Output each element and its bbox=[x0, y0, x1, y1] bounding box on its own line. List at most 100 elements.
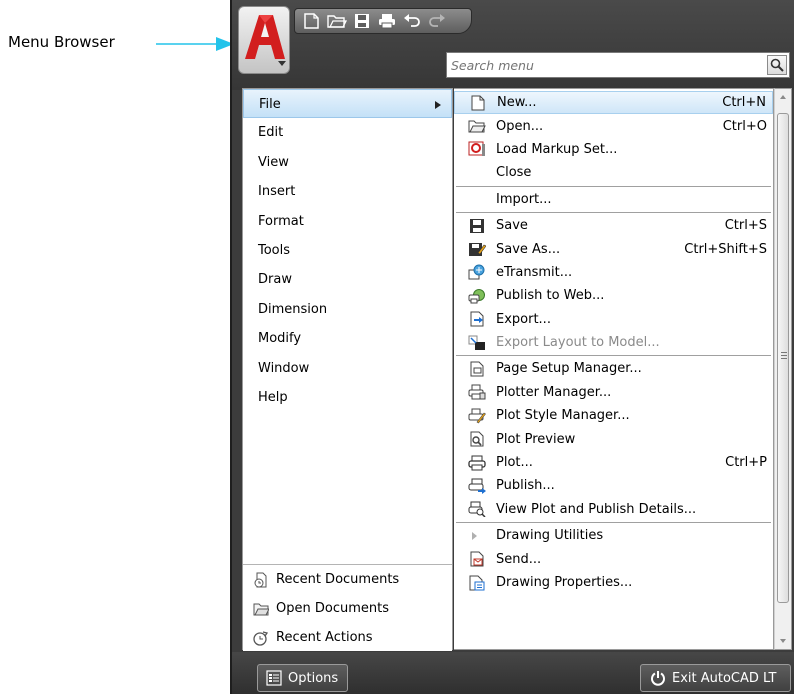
menu-item-load-markup-set[interactable]: Load Markup Set... bbox=[454, 138, 773, 161]
shortcut-label: Ctrl+S bbox=[724, 218, 767, 234]
category-edit[interactable]: Edit bbox=[243, 118, 452, 147]
menu-item-label: Open... bbox=[496, 118, 544, 134]
category-label: View bbox=[258, 154, 289, 170]
application-button[interactable] bbox=[238, 6, 290, 74]
qat-save-button[interactable] bbox=[351, 11, 373, 31]
category-label: Draw bbox=[258, 272, 292, 288]
menu-item-drawing-properties[interactable]: Drawing Properties... bbox=[454, 571, 773, 594]
menu-item-label: New... bbox=[497, 95, 537, 111]
menu-item-label: Plotter Manager... bbox=[496, 384, 612, 400]
menu-item-close[interactable]: Close bbox=[454, 161, 773, 184]
category-format[interactable]: Format bbox=[243, 207, 452, 236]
menu-item-page-setup-manager[interactable]: Page Setup Manager... bbox=[454, 357, 773, 380]
page-setup-icon bbox=[467, 360, 487, 378]
export-layout-icon bbox=[467, 334, 487, 352]
qat-new-button[interactable] bbox=[301, 11, 323, 31]
menu-item-label: Send... bbox=[496, 551, 542, 567]
menu-item-export[interactable]: Export... bbox=[454, 308, 773, 331]
menu-item-plot[interactable]: Plot... Ctrl+P bbox=[454, 451, 773, 474]
application-menu-caret-icon bbox=[278, 61, 286, 66]
category-view[interactable]: View bbox=[243, 148, 452, 177]
menu-item-drawing-utilities[interactable]: Drawing Utilities bbox=[454, 524, 773, 547]
recent-actions-icon bbox=[252, 629, 270, 647]
category-label: Tools bbox=[258, 242, 291, 258]
menu-item-import[interactable]: Import... bbox=[454, 188, 773, 211]
category-file[interactable]: File bbox=[243, 89, 452, 119]
search-button[interactable] bbox=[767, 55, 787, 75]
menu-item-open[interactable]: Open... Ctrl+O bbox=[454, 114, 773, 137]
category-label: Edit bbox=[258, 125, 284, 141]
scroll-grip-icon bbox=[781, 352, 787, 359]
search-input[interactable] bbox=[451, 55, 761, 75]
send-mail-icon bbox=[467, 550, 487, 568]
etransmit-icon bbox=[467, 263, 487, 281]
menu-item-new[interactable]: New... Ctrl+N bbox=[454, 91, 773, 115]
category-tools[interactable]: Tools bbox=[243, 236, 452, 265]
open-folder-icon bbox=[327, 15, 347, 28]
menu-item-label: View Plot and Publish Details... bbox=[496, 501, 697, 517]
qat-plot-button[interactable] bbox=[376, 11, 398, 31]
document-links: Recent Documents Open Documents Recent A… bbox=[243, 564, 452, 651]
exit-button[interactable]: Exit AutoCAD LT bbox=[640, 664, 791, 692]
new-file-icon bbox=[468, 94, 488, 112]
menu-category-list: File Edit View Insert Format Tools Draw … bbox=[243, 89, 452, 412]
vertical-scrollbar[interactable] bbox=[774, 88, 792, 650]
options-button[interactable]: Options bbox=[257, 664, 348, 692]
undo-icon bbox=[404, 14, 420, 27]
menu-item-save-as[interactable]: Save As... Ctrl+Shift+S bbox=[454, 237, 773, 260]
menu-item-send[interactable]: Send... bbox=[454, 547, 773, 570]
category-help[interactable]: Help bbox=[243, 383, 452, 412]
menu-item-label: Drawing Properties... bbox=[496, 575, 633, 590]
menu-item-label: Load Markup Set... bbox=[496, 141, 618, 157]
plot-preview-icon bbox=[467, 430, 487, 448]
category-label: Format bbox=[258, 213, 304, 229]
scroll-down-arrow-icon[interactable] bbox=[780, 639, 786, 643]
printer-icon bbox=[467, 454, 487, 472]
recent-documents-link[interactable]: Recent Documents bbox=[243, 565, 452, 594]
export-icon bbox=[467, 310, 487, 328]
menu-item-plot-preview[interactable]: Plot Preview bbox=[454, 427, 773, 450]
submenu-arrow-icon bbox=[435, 101, 441, 109]
category-insert[interactable]: Insert bbox=[243, 177, 452, 206]
qat-redo-button[interactable] bbox=[426, 11, 448, 31]
scroll-thumb[interactable] bbox=[777, 113, 789, 603]
menu-item-plot-style-manager[interactable]: Plot Style Manager... bbox=[454, 404, 773, 427]
search-box bbox=[446, 52, 790, 78]
menu-item-publish-to-web[interactable]: Publish to Web... bbox=[454, 284, 773, 307]
qat-open-button[interactable] bbox=[326, 11, 348, 31]
menu-item-label: Plot... bbox=[496, 455, 533, 471]
category-label: Help bbox=[258, 389, 288, 405]
category-label: Insert bbox=[258, 184, 296, 200]
menu-item-label: Page Setup Manager... bbox=[496, 361, 642, 377]
menu-item-save[interactable]: Save Ctrl+S bbox=[454, 214, 773, 237]
category-window[interactable]: Window bbox=[243, 354, 452, 383]
menu-item-publish[interactable]: Publish... bbox=[454, 474, 773, 497]
menu-item-label: Plot Style Manager... bbox=[496, 408, 630, 424]
category-modify[interactable]: Modify bbox=[243, 324, 452, 353]
scroll-up-arrow-icon[interactable] bbox=[780, 95, 786, 99]
menu-item-label: Export... bbox=[496, 311, 551, 327]
save-disk-icon bbox=[467, 217, 487, 235]
menu-item-plotter-manager[interactable]: Plotter Manager... bbox=[454, 381, 773, 404]
open-documents-link[interactable]: Open Documents bbox=[243, 594, 452, 623]
exit-label: Exit AutoCAD LT bbox=[672, 670, 777, 686]
menu-item-label: Import... bbox=[496, 191, 552, 207]
link-label: Recent Actions bbox=[276, 630, 373, 645]
menu-item-label: Save As... bbox=[496, 241, 561, 257]
new-file-icon bbox=[304, 13, 319, 29]
category-draw[interactable]: Draw bbox=[243, 265, 452, 294]
menu-item-label: Publish to Web... bbox=[496, 288, 605, 304]
plot-style-icon bbox=[467, 407, 487, 425]
category-dimension[interactable]: Dimension bbox=[243, 295, 452, 324]
menu-item-etransmit[interactable]: eTransmit... bbox=[454, 261, 773, 284]
recent-actions-link[interactable]: Recent Actions bbox=[243, 623, 452, 652]
menu-item-view-plot-and-publish-details[interactable]: View Plot and Publish Details... bbox=[454, 498, 773, 521]
drawing-properties-icon bbox=[467, 574, 487, 592]
top-bar bbox=[232, 0, 794, 90]
submenu-arrow-icon bbox=[472, 531, 477, 540]
shortcut-label: Ctrl+P bbox=[725, 455, 767, 471]
menu-item-export-layout-to-model[interactable]: Export Layout to Model... bbox=[454, 331, 773, 354]
menu-item-label: Close bbox=[496, 165, 532, 181]
shortcut-label: Ctrl+O bbox=[722, 118, 767, 134]
qat-undo-button[interactable] bbox=[401, 11, 423, 31]
